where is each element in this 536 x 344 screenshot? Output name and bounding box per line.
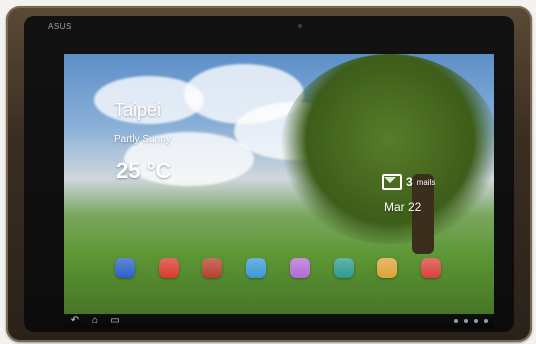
brand-logo: ASUS	[48, 22, 72, 31]
app-launcher[interactable]	[327, 258, 361, 278]
mail-count: 3	[406, 175, 413, 189]
mail-label: mails	[416, 177, 436, 187]
tray-status-icon	[474, 319, 478, 323]
tablet-device: ASUS Taipei Partly Sunny 25 °C 3 mails M…	[6, 6, 532, 342]
gmail-icon	[421, 258, 442, 278]
app-launcher[interactable]	[152, 258, 186, 278]
weather-city: Taipei	[114, 100, 162, 120]
books-icon	[202, 258, 223, 278]
tray-status-icon	[454, 319, 458, 323]
app-launcher[interactable]	[239, 258, 273, 278]
system-navigation-bar: ↶ ⌂ ▭	[64, 314, 494, 328]
mail-app-icon	[377, 258, 398, 278]
nav-left-group: ↶ ⌂ ▭	[70, 316, 120, 326]
app-launcher[interactable]	[196, 258, 230, 278]
tray-status-icon	[464, 319, 468, 323]
globe-icon	[114, 258, 135, 278]
weather-condition: Partly Sunny	[114, 134, 171, 145]
recent-apps-button[interactable]: ▭	[110, 316, 120, 326]
gallery-icon	[289, 258, 310, 278]
app-launcher[interactable]	[283, 258, 317, 278]
tray-status-icon	[484, 319, 488, 323]
app-launcher[interactable]	[371, 258, 405, 278]
back-button[interactable]: ↶	[70, 316, 80, 326]
envelope-icon	[382, 174, 402, 190]
date-widget: Mar 22	[384, 200, 422, 214]
front-camera	[298, 24, 302, 28]
music-icon	[246, 258, 267, 278]
app-launcher[interactable]	[414, 258, 448, 278]
weather-temperature: 25 °C	[116, 158, 172, 183]
status-tray	[454, 319, 488, 323]
home-screen: Taipei Partly Sunny 25 °C 3 mails Mar 22	[64, 54, 494, 314]
app-launcher[interactable]	[108, 258, 142, 278]
app-dock	[108, 258, 448, 292]
youtube-icon	[158, 258, 179, 278]
home-button[interactable]: ⌂	[90, 316, 100, 326]
mail-widget[interactable]: 3 mails	[382, 174, 435, 190]
market-icon	[333, 258, 354, 278]
